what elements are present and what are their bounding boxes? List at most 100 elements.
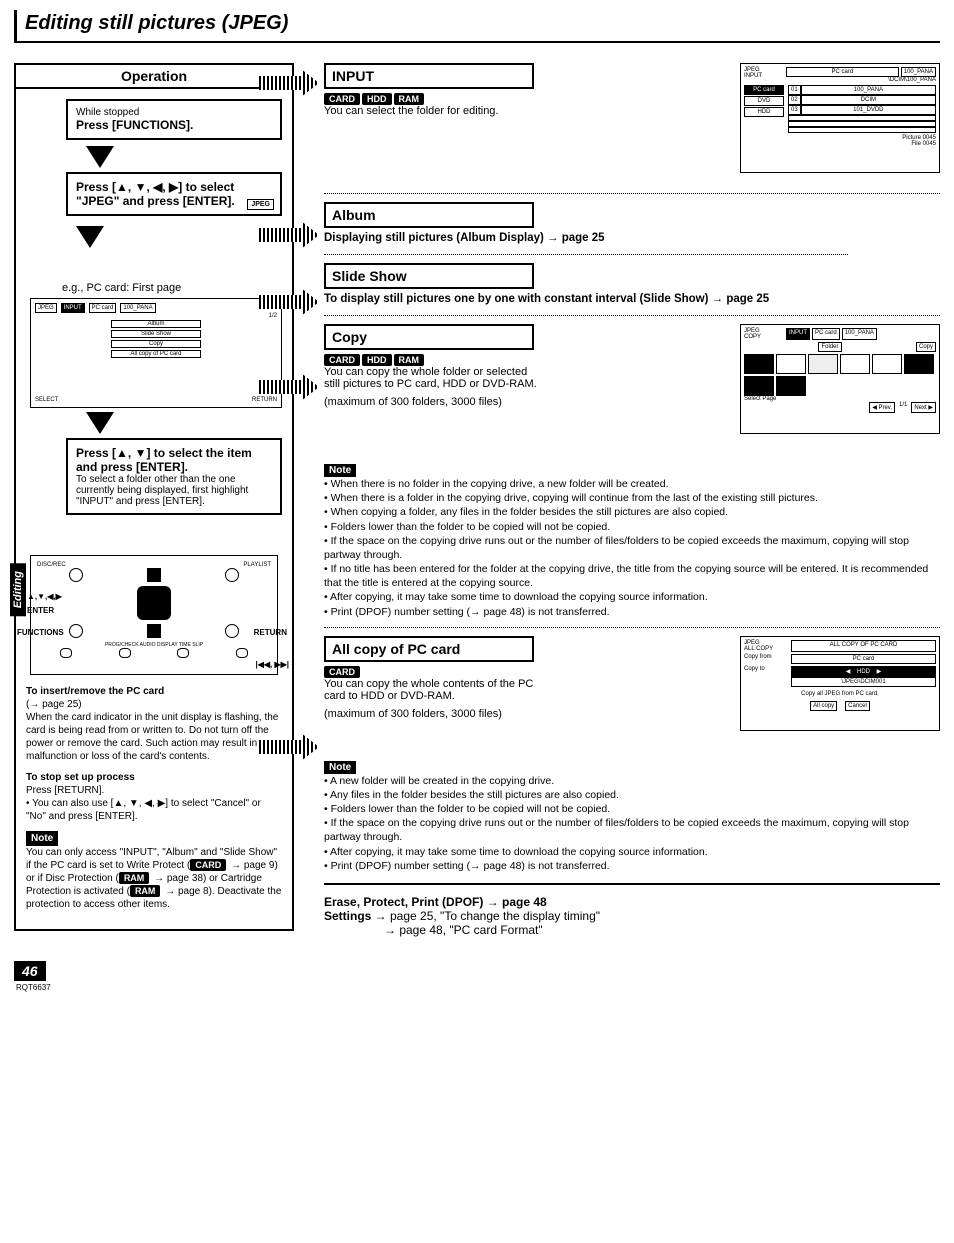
list-item: After copying, it may take some time to … xyxy=(324,845,940,859)
mock-album-btn: Album xyxy=(111,320,201,328)
ram-pill: RAM xyxy=(394,354,425,366)
m: PC card xyxy=(791,654,936,664)
allcopy-head: All copy of PC card xyxy=(324,636,534,662)
step3-body: To select a folder other than the one cu… xyxy=(76,474,272,507)
remote-dpad xyxy=(137,586,171,620)
mock-input: INPUT xyxy=(61,303,85,313)
m: DVD xyxy=(744,96,784,106)
mock-pccard: PC card xyxy=(89,303,117,313)
remote-skip-label: |◀◀, ▶▶| xyxy=(255,660,289,669)
mock-select: SELECT xyxy=(35,397,58,403)
m: All copy xyxy=(810,701,837,711)
remote-diagram: ▲,▼,◀,▶ ENTER FUNCTIONS RETURN |◀◀, ▶▶| … xyxy=(30,555,278,675)
list-item: A new folder will be created in the copy… xyxy=(324,774,940,788)
settings-label: Settings xyxy=(324,909,371,923)
copy-mock-screen: JPEGCOPY INPUTPC card100_PANA FolderCopy… xyxy=(740,324,940,434)
remote-return-label: RETURN xyxy=(254,628,287,637)
input-mock-screen: JPEG INPUT PC card100_PANA \DCIM\100_PAN… xyxy=(740,63,940,173)
card-pill: CARD xyxy=(190,859,226,871)
mock-jpeg: JPEG xyxy=(35,303,57,313)
slide-line: To display still pictures one by one wit… xyxy=(324,293,848,305)
remote-functions-label: FUNCTIONS xyxy=(17,628,64,637)
stop-title: To stop set up process xyxy=(26,771,282,784)
m: \JPEG\DCIM001 xyxy=(791,677,936,687)
mock-menu-screen: JPEG INPUT PC card 100_PANA 1/2 Album Sl… xyxy=(30,298,282,408)
m: 01 xyxy=(788,85,801,95)
album-line: Displaying still pictures (Album Display… xyxy=(324,232,940,244)
allcopy-desc2: (maximum of 300 folders, 3000 files) xyxy=(324,708,544,720)
stop-line1: Press [RETURN]. xyxy=(26,784,282,797)
m: 02 xyxy=(788,95,801,105)
ram-pill: RAM xyxy=(130,885,161,897)
settings-2: → page 48, "PC card Format" xyxy=(384,923,940,937)
album-head: Album xyxy=(324,202,534,228)
erase-line: Erase, Protect, Print (DPOF) → page 48 xyxy=(324,895,940,909)
m: 100_PANA xyxy=(842,328,877,340)
allcopy-desc1: You can copy the whole contents of the P… xyxy=(324,678,544,702)
remote-top1: DISC/REC xyxy=(37,562,66,568)
m: ◀ Prev. xyxy=(869,402,895,413)
list-item: Folders lower than the folder to be copi… xyxy=(324,802,940,816)
m: Next ▶ xyxy=(911,402,936,413)
slide-head: Slide Show xyxy=(324,263,534,289)
copy-desc1: You can copy the whole folder or selecte… xyxy=(324,366,544,390)
step3-bold: Press [▲, ▼] to select the item and pres… xyxy=(76,446,272,474)
note-label: Note xyxy=(324,761,356,774)
mock-slide-btn: Slide Show xyxy=(111,330,201,338)
input-head: INPUT xyxy=(324,63,534,89)
mock-copy-btn: Copy xyxy=(111,340,201,348)
m: Folder xyxy=(818,342,841,352)
m: 100_PANA xyxy=(801,85,936,95)
m: Copy xyxy=(916,342,936,352)
hdd-pill: HDD xyxy=(362,354,392,366)
remote-enter-label: ENTER xyxy=(27,606,54,615)
side-tab-editing: Editing xyxy=(10,563,26,616)
list-item: When copying a folder, any files in the … xyxy=(324,505,940,519)
page-title: Editing still pictures (JPEG) xyxy=(14,10,940,43)
jpeg-badge: JPEG xyxy=(247,199,274,210)
m: PC card xyxy=(744,85,784,95)
m: INPUT xyxy=(744,73,784,79)
m: HDD xyxy=(857,669,870,675)
arrow-down-icon xyxy=(86,412,114,434)
hdd-pill: HDD xyxy=(362,93,392,105)
list-item: If no title has been entered for the fol… xyxy=(324,562,940,590)
m: \DCIM\100_PANA xyxy=(786,77,936,83)
allcopy-notes-list: A new folder will be created in the copy… xyxy=(324,774,940,873)
insert-title: To insert/remove the PC card xyxy=(26,685,282,698)
list-item: Any files in the folder besides the stil… xyxy=(324,788,940,802)
arrow-down-icon xyxy=(86,146,114,168)
mock-path: 100_PANA xyxy=(120,303,155,313)
settings-1: → page 25, "To change the display timing… xyxy=(371,909,600,923)
stop-line2: • You can also use [▲, ▼, ◀, ▶] to selec… xyxy=(26,797,282,823)
m: 1/1 xyxy=(899,402,907,413)
list-item: Print (DPOF) number setting (→ page 48) … xyxy=(324,859,940,873)
insert-ref: (→ page 25) xyxy=(26,698,282,711)
m: 03 xyxy=(788,105,801,115)
note-label: Note xyxy=(324,464,356,477)
step2-box: Press [▲, ▼, ◀, ▶] to select "JPEG" and … xyxy=(66,172,282,216)
card-pill: CARD xyxy=(324,93,360,105)
m: HDD xyxy=(744,107,784,117)
copy-desc2: (maximum of 300 folders, 3000 files) xyxy=(324,396,544,408)
arrow-down-icon xyxy=(76,226,104,248)
allcopy-mock-screen: JPEGALL COPY ALL COPY OF PC CARD Copy fr… xyxy=(740,636,940,731)
operation-box: Operation While stopped Press [FUNCTIONS… xyxy=(14,63,294,931)
m: PC card xyxy=(812,328,840,340)
copy-head: Copy xyxy=(324,324,534,350)
ram-pill: RAM xyxy=(394,93,425,105)
note-label: Note xyxy=(26,831,58,846)
mock-frac: 1/2 xyxy=(35,313,277,319)
note-body: You can only access "INPUT", "Album" and… xyxy=(26,846,282,911)
remote-arrows-label: ▲,▼,◀,▶ xyxy=(27,592,62,601)
list-item: After copying, it may take some time to … xyxy=(324,590,940,604)
m: 101_DVDD xyxy=(801,105,936,115)
example-label: e.g., PC card: First page xyxy=(62,282,282,294)
copy-notes-list: When there is no folder in the copying d… xyxy=(324,477,940,619)
m: File 0045 xyxy=(911,141,936,147)
doc-code: RQT6637 xyxy=(16,983,51,992)
m: ALL COPY OF PC CARD xyxy=(791,640,936,652)
m: COPY xyxy=(744,334,784,340)
m: ALL COPY xyxy=(744,646,789,652)
card-pill: CARD xyxy=(324,666,360,678)
